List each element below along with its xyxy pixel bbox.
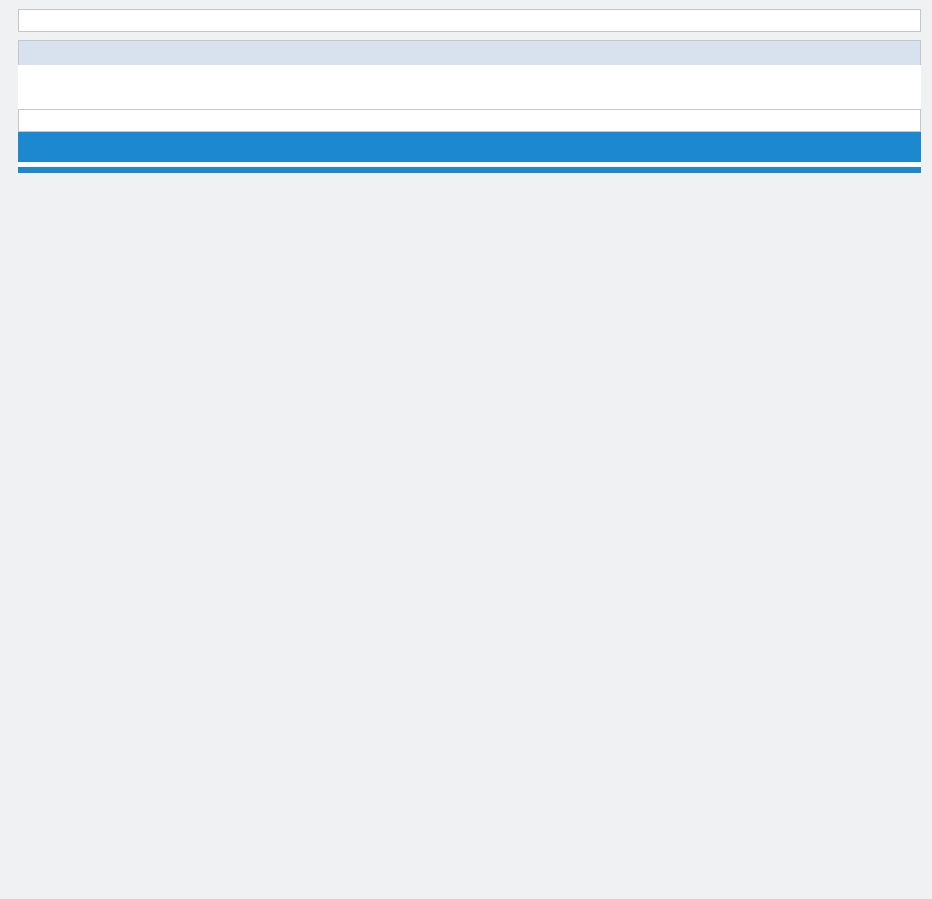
portugal-selects-row (18, 65, 921, 89)
portugal-summary-row (19, 110, 921, 132)
page (18, 0, 921, 173)
portugal-match-table (18, 109, 921, 132)
next-section-bar (18, 167, 921, 173)
portugal-odds-header-row (18, 89, 921, 109)
section-gap (18, 32, 921, 40)
turkey-summary-row (19, 10, 921, 32)
same-handicap-trend-bar (18, 132, 921, 162)
portugal-table-header (18, 65, 921, 109)
portugal-section-header (18, 40, 921, 65)
turkey-match-table (18, 9, 921, 32)
turkey-table-clipped-header (18, 0, 921, 9)
